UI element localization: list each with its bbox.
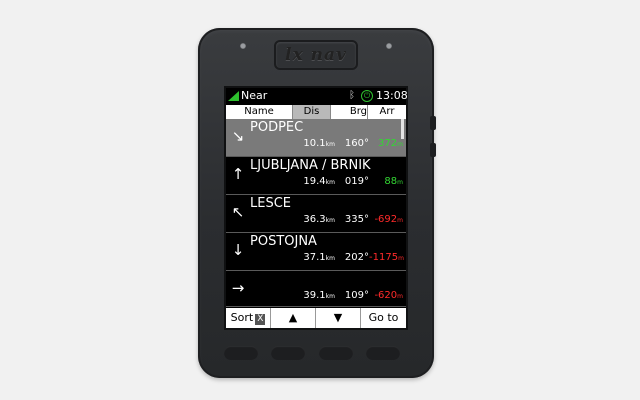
sort-badge: X (255, 314, 266, 325)
arrival-unit: m (397, 293, 403, 300)
waypoint-values: 39.1km 109° -620m (293, 290, 403, 301)
waypoint-row[interactable]: ↑ LJUBLJANA / BRNIK 19.4km 019° 88m (226, 157, 406, 195)
signal-icon (228, 91, 239, 101)
bottom-bar: Sort X ▲ ▼ Go to (226, 308, 406, 328)
waypoint-values: 37.1km 202°-1175m (293, 252, 404, 263)
waypoint-arrival: -620m (369, 290, 403, 301)
power-icon: ⏻ (361, 90, 373, 102)
waypoint-name: LJUBLJANA / BRNIK (250, 158, 371, 173)
goto-button[interactable]: Go to (361, 308, 406, 328)
arrival-value: -692 (374, 214, 398, 225)
distance-value: 36.3 (303, 214, 326, 225)
column-name[interactable]: Name (226, 105, 293, 119)
waypoint-bearing: 202° (344, 252, 369, 263)
hardware-button-4[interactable] (366, 346, 400, 360)
hardware-button-2[interactable] (271, 346, 305, 360)
arrival-value: -1175 (369, 252, 399, 263)
waypoint-name: POSTOJNA (250, 234, 317, 249)
brand-logo: lx nav (274, 40, 358, 70)
column-bearing[interactable]: Brg (331, 105, 368, 119)
waypoint-name: LESCE (250, 196, 291, 211)
direction-arrow-icon: ↓ (231, 241, 245, 259)
waypoint-distance: 36.3km (293, 214, 335, 225)
direction-arrow-icon: ↑ (231, 165, 245, 183)
distance-unit: km (325, 141, 335, 148)
column-distance[interactable]: Dis (293, 105, 331, 119)
arrival-unit: m (397, 141, 403, 148)
waypoint-arrival: 372m (369, 138, 403, 149)
waypoint-arrival: 88m (369, 176, 403, 187)
arrival-unit: m (397, 179, 403, 186)
waypoint-values: 19.4km 019° 88m (293, 176, 403, 187)
clock: 13:08 (376, 89, 408, 102)
hardware-button-3[interactable] (319, 346, 353, 360)
distance-unit: km (325, 255, 335, 262)
direction-arrow-icon: ↘ (231, 127, 245, 145)
arrival-value: 372 (378, 138, 398, 149)
distance-value: 39.1 (303, 290, 326, 301)
bluetooth-icon: ᛒ (349, 90, 355, 101)
waypoint-name: PODPEC (250, 120, 304, 135)
waypoint-row[interactable]: → 39.1km 109° -620m (226, 271, 406, 307)
arrival-value: 88 (384, 176, 398, 187)
distance-unit: km (325, 293, 335, 300)
arrival-unit: m (397, 217, 403, 224)
scrollbar[interactable] (401, 119, 404, 139)
waypoint-distance: 10.1km (293, 138, 335, 149)
hardware-button-1[interactable] (224, 346, 258, 360)
waypoint-distance: 19.4km (293, 176, 335, 187)
down-button[interactable]: ▼ (316, 308, 361, 328)
waypoint-bearing: 109° (344, 290, 369, 301)
sort-label: Sort (230, 311, 254, 324)
distance-value: 37.1 (303, 252, 326, 263)
direction-arrow-icon: ↖ (231, 203, 245, 221)
sort-button[interactable]: Sort X (226, 308, 271, 328)
waypoint-row[interactable]: ↖ LESCE 36.3km 335° -692m (226, 195, 406, 233)
arrival-value: -620 (374, 290, 398, 301)
direction-arrow-icon: → (231, 279, 245, 297)
waypoint-distance: 39.1km (293, 290, 335, 301)
up-button[interactable]: ▲ (271, 308, 316, 328)
waypoint-bearing: 160° (344, 138, 369, 149)
waypoint-row[interactable]: ↓ POSTOJNA 37.1km 202°-1175m (226, 233, 406, 271)
waypoint-values: 36.3km 335° -692m (293, 214, 403, 225)
waypoint-arrival: -692m (369, 214, 403, 225)
brand-logo-text: lx nav (285, 45, 347, 65)
arrival-unit: m (398, 255, 404, 262)
display-screen: Near ᛒ ⏻ 13:08 Name Dis Brg Arr ↘ PODPEC 1… (224, 86, 408, 330)
screw (386, 43, 392, 49)
waypoint-bearing: 335° (344, 214, 369, 225)
screw (240, 43, 246, 49)
distance-unit: km (325, 179, 335, 186)
column-header: Name Dis Brg Arr (226, 105, 406, 119)
distance-unit: km (325, 217, 335, 224)
distance-value: 10.1 (303, 138, 326, 149)
waypoint-values: 10.1km 160° 372m (293, 138, 403, 149)
waypoint-distance: 37.1km (293, 252, 335, 263)
status-bar: Near ᛒ ⏻ 13:08 (226, 88, 408, 104)
waypoint-row[interactable]: ↘ PODPEC 10.1km 160° 372m (226, 119, 406, 157)
side-button-bottom[interactable] (430, 143, 436, 157)
lxnav-device: lx nav Near ᛒ ⏻ 13:08 Name Dis Brg Arr ↘… (198, 28, 436, 378)
side-button-top[interactable] (430, 116, 436, 130)
distance-value: 19.4 (303, 176, 326, 187)
waypoint-bearing: 019° (344, 176, 369, 187)
column-arrival[interactable]: Arr (368, 105, 406, 119)
page-title: Near (241, 89, 268, 102)
waypoint-arrival: -1175m (369, 252, 404, 263)
